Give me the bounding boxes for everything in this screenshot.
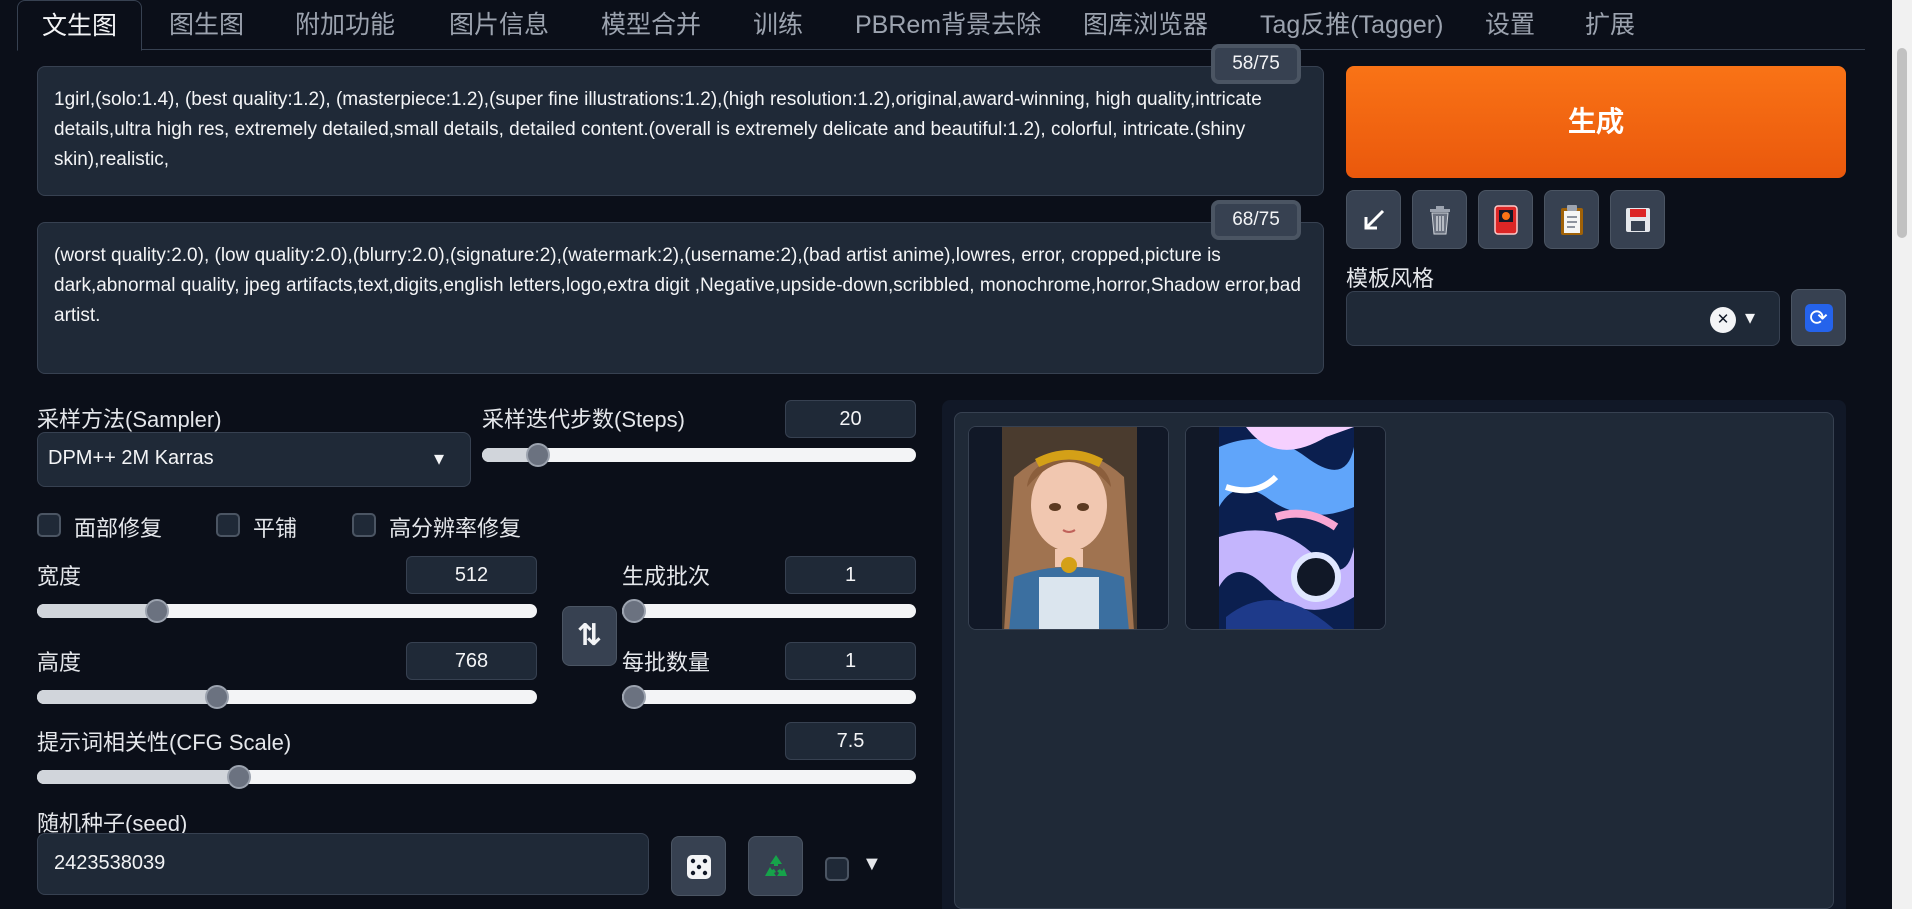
slider-fill	[37, 604, 157, 618]
prompt-input[interactable]: 1girl,(solo:1.4), (best quality:1.2), (m…	[37, 66, 1324, 196]
clipboard-icon	[1560, 205, 1583, 235]
tiling-label: 平铺	[253, 516, 298, 541]
batch-size-label: 每批数量	[622, 650, 711, 675]
height-slider[interactable]	[37, 685, 537, 709]
paste-button[interactable]	[1544, 190, 1599, 249]
dice-icon	[686, 855, 711, 879]
styles-dropdown[interactable]: ✕ ▾	[1346, 291, 1780, 346]
random-seed-button[interactable]	[671, 836, 726, 896]
refresh-icon: ⟳	[1804, 304, 1833, 332]
clear-prompt-button[interactable]	[1412, 190, 1467, 249]
tab-checkpoint-merger[interactable]: 模型合并	[601, 0, 701, 50]
tab-pbrem[interactable]: PBRem背景去除	[855, 0, 1041, 50]
save-icon	[1625, 208, 1650, 232]
batch-count-label: 生成批次	[622, 564, 711, 589]
tab-extensions[interactable]: 扩展	[1585, 0, 1635, 50]
tiling-checkbox[interactable]	[216, 513, 240, 537]
tab-settings[interactable]: 设置	[1485, 0, 1535, 50]
chevron-down-icon: ▾	[1745, 307, 1756, 329]
extra-networks-button[interactable]	[1478, 190, 1533, 249]
chevron-down-icon: ▾	[434, 448, 445, 470]
negative-prompt-text: (worst quality:2.0), (low quality:2.0),(…	[54, 245, 1301, 326]
recycle-icon	[764, 855, 787, 876]
batch-count-input[interactable]: 1	[785, 556, 916, 594]
tab-img2img[interactable]: 图生图	[169, 0, 244, 50]
face-restore-checkbox[interactable]	[37, 513, 61, 537]
generated-image-portrait	[969, 427, 1168, 629]
slider-knob[interactable]	[145, 599, 169, 623]
slider-knob[interactable]	[227, 765, 252, 789]
height-label: 高度	[37, 650, 82, 675]
tab-png-info[interactable]: 图片信息	[449, 0, 549, 50]
batch-count-slider[interactable]	[622, 599, 916, 623]
negative-prompt-input[interactable]: (worst quality:2.0), (low quality:2.0),(…	[37, 222, 1324, 374]
steps-input[interactable]: 20	[785, 400, 916, 438]
gallery-thumbnail-portrait[interactable]	[968, 426, 1169, 630]
tab-train[interactable]: 训练	[753, 0, 803, 50]
trash-icon	[1429, 206, 1450, 235]
read-params-button[interactable]	[1346, 190, 1401, 249]
cfg-label: 提示词相关性(CFG Scale)	[37, 730, 292, 755]
reuse-seed-button[interactable]	[748, 836, 803, 896]
swap-dimensions-button[interactable]: ⇅	[562, 606, 617, 666]
extra-seed-checkbox[interactable]	[825, 857, 849, 881]
tab-extras[interactable]: 附加功能	[295, 0, 395, 50]
slider-knob[interactable]	[622, 685, 646, 709]
generate-button[interactable]: 生成	[1346, 66, 1846, 178]
hires-fix-checkbox[interactable]	[352, 513, 376, 537]
batch-size-slider[interactable]	[622, 685, 916, 709]
prompt-token-counter: 58/75	[1211, 44, 1301, 84]
clear-icon[interactable]: ✕	[1710, 307, 1736, 333]
slider-knob[interactable]	[526, 443, 551, 467]
arrow-icon	[1364, 209, 1384, 230]
sampler-dropdown[interactable]: DPM++ 2M Karras ▾	[37, 432, 471, 487]
face-restore-label: 面部修复	[74, 516, 163, 541]
tab-txt2img[interactable]: 文生图	[17, 0, 143, 51]
cfg-slider[interactable]	[37, 765, 916, 789]
page-scrollbar-thumb[interactable]	[1897, 48, 1907, 238]
steps-label: 采样迭代步数(Steps)	[482, 407, 685, 432]
cfg-input[interactable]: 7.5	[785, 722, 916, 760]
seed-value: 2423538039	[54, 852, 166, 874]
hires-fix-label: 高分辨率修复	[389, 516, 522, 541]
save-style-button[interactable]	[1610, 190, 1665, 249]
width-slider[interactable]	[37, 599, 537, 623]
slider-knob[interactable]	[205, 685, 229, 709]
extra-seed-toggle-icon[interactable]: ▼	[862, 853, 882, 876]
seed-input[interactable]: 2423538039	[37, 833, 649, 895]
card-icon	[1493, 205, 1518, 235]
tab-tagger[interactable]: Tag反推(Tagger)	[1260, 0, 1443, 50]
sampler-value: DPM++ 2M Karras	[48, 447, 214, 469]
swap-icon: ⇅	[576, 619, 603, 652]
batch-size-input[interactable]: 1	[785, 642, 916, 680]
negative-prompt-token-counter: 68/75	[1211, 200, 1301, 240]
width-label: 宽度	[37, 564, 82, 589]
generated-image-abstract	[1186, 427, 1385, 629]
slider-knob[interactable]	[622, 599, 646, 623]
width-input[interactable]: 512	[406, 556, 537, 594]
styles-label: 模板风格	[1346, 266, 1435, 291]
slider-fill	[37, 770, 240, 784]
tab-image-browser[interactable]: 图库浏览器	[1083, 0, 1208, 50]
sampler-label: 采样方法(Sampler)	[37, 407, 222, 432]
tab-bar: 文生图 图生图 附加功能 图片信息 模型合并 训练 PBRem背景去除 图库浏览…	[17, 0, 1865, 51]
height-input[interactable]: 768	[406, 642, 537, 680]
gallery-thumbnail-abstract[interactable]	[1185, 426, 1386, 630]
prompt-text: 1girl,(solo:1.4), (best quality:1.2), (m…	[54, 89, 1262, 170]
slider-fill	[37, 690, 217, 704]
steps-slider[interactable]	[482, 443, 916, 467]
refresh-styles-button[interactable]: ⟳	[1791, 289, 1846, 346]
